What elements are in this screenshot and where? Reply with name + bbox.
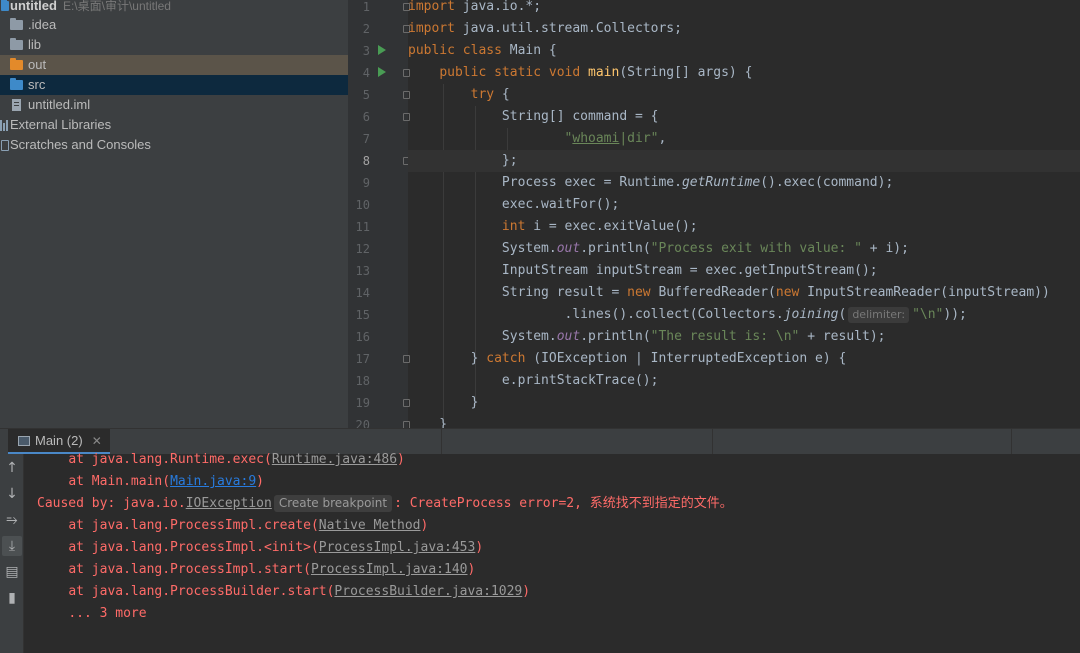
- line-number: 3: [362, 44, 370, 58]
- tree-item-label: out: [28, 57, 47, 72]
- folder-icon: [10, 15, 23, 35]
- code-editor[interactable]: 1 2 3 4 5 6 7 8 9 10 11 12 13 14 15 16 1…: [348, 0, 1080, 428]
- line-number: 5: [362, 88, 370, 102]
- code-line-5: try {: [470, 87, 510, 102]
- code-line-7: "whoami|dir",: [564, 131, 667, 146]
- run-toolbar: ↑ ↓ ⥱ ⤓ ▤ ▮: [0, 454, 24, 653]
- code-line-10: exec.waitFor();: [408, 197, 620, 212]
- line-number: 6: [362, 110, 370, 124]
- code-line-3: public class Main {: [408, 43, 557, 58]
- project-tool-window: untitled E:\桌面\审计\untitled .idea lib out …: [0, 0, 348, 428]
- console-link[interactable]: IOException: [186, 496, 272, 511]
- code-line-18: e.printStackTrace();: [408, 373, 659, 388]
- run-class-icon[interactable]: [378, 45, 386, 55]
- console-line: at Main.main(Main.java:9): [68, 474, 264, 489]
- console-link[interactable]: ProcessImpl.java:453: [319, 540, 476, 555]
- console-line: at java.lang.ProcessImpl.<init>(ProcessI…: [68, 540, 484, 555]
- tree-item-label: External Libraries: [10, 117, 112, 132]
- editor-gutter: 1 2 3 4 5 6 7 8 9 10 11 12 13 14 15 16 1…: [348, 0, 410, 428]
- code-line-14: String result = new BufferedReader(new I…: [408, 285, 1050, 300]
- folder-icon: [10, 35, 23, 55]
- line-number: 7: [362, 132, 370, 146]
- tree-item-out[interactable]: out: [0, 55, 348, 75]
- line-number-current: 8: [362, 154, 370, 168]
- soft-wrap-icon[interactable]: ⥱: [2, 510, 22, 530]
- code-line-2: import java.util.stream.Collectors;: [408, 21, 682, 36]
- code-line-11: int i = exec.exitValue();: [501, 219, 698, 234]
- console-output[interactable]: at java.lang.Runtime.exec(Runtime.java:4…: [24, 452, 1080, 653]
- excluded-folder-icon: [10, 55, 23, 75]
- code-area[interactable]: import java.io.*; import java.util.strea…: [408, 0, 1080, 428]
- parameter-hint: delimiter:: [848, 307, 910, 323]
- scratches-icon: [1, 135, 9, 155]
- line-number: 2: [362, 22, 370, 36]
- console-line: ... 3 more: [68, 606, 147, 621]
- console-line: at java.lang.ProcessBuilder.start(Proces…: [68, 584, 531, 599]
- source-folder-icon: [10, 75, 23, 95]
- create-breakpoint-popup[interactable]: Create breakpoint: [273, 495, 393, 512]
- code-line-17: } catch (IOException | InterruptedExcept…: [408, 351, 847, 366]
- console-line: at java.lang.ProcessImpl.start(ProcessIm…: [68, 562, 476, 577]
- tree-item-scratches[interactable]: Scratches and Consoles: [0, 135, 348, 155]
- code-line-19: }: [408, 395, 479, 410]
- line-number: 11: [355, 220, 370, 234]
- iml-file-icon: [12, 95, 21, 115]
- code-line-12: System.out.println("Process exit with va…: [408, 241, 909, 256]
- arrow-down-icon[interactable]: ↓: [2, 484, 22, 504]
- code-line-8: };: [408, 150, 1080, 172]
- tree-item-label: .idea: [28, 17, 57, 32]
- tree-item-external-libraries[interactable]: External Libraries: [0, 115, 348, 135]
- line-number: 19: [355, 396, 370, 410]
- libraries-icon: [0, 115, 9, 135]
- console-line: Caused by: java.io.IOException Create bre…: [37, 495, 733, 512]
- code-line-16: System.out.println("The result is: \n" +…: [408, 329, 886, 344]
- module-folder-icon: [1, 0, 9, 16]
- tree-item-label: lib: [28, 37, 42, 52]
- line-number: 15: [355, 308, 370, 322]
- line-number: 13: [355, 264, 370, 278]
- console-icon: [18, 435, 30, 446]
- code-line-4: public static void main(String[] args) {: [439, 65, 753, 80]
- tree-item-label: untitled.iml: [28, 97, 91, 112]
- arrow-up-icon[interactable]: ↑: [2, 458, 22, 478]
- line-number: 1: [362, 0, 370, 14]
- print-icon[interactable]: ▤: [2, 562, 22, 582]
- console-link[interactable]: Runtime.java:486: [272, 452, 397, 467]
- tree-item-label: Scratches and Consoles: [10, 137, 151, 152]
- code-line-13: InputStream inputStream = exec.getInputS…: [408, 263, 878, 278]
- line-number: 18: [355, 374, 370, 388]
- line-number: 14: [355, 286, 370, 300]
- tree-item-lib[interactable]: lib: [0, 35, 348, 55]
- console-link[interactable]: ProcessImpl.java:140: [311, 562, 468, 577]
- line-number: 20: [355, 418, 370, 428]
- line-number: 4: [362, 66, 370, 80]
- trash-icon[interactable]: ▮: [2, 588, 22, 608]
- line-number: 9: [362, 176, 370, 190]
- line-number: 16: [355, 330, 370, 344]
- code-line-6: String[] command = {: [408, 109, 659, 124]
- tree-item-untitled-iml[interactable]: untitled.iml: [0, 95, 348, 115]
- console-link[interactable]: Native Method: [319, 518, 421, 533]
- scroll-to-end-icon[interactable]: ⤓: [2, 536, 22, 556]
- project-name: untitled: [10, 0, 57, 13]
- console-link[interactable]: ProcessBuilder.java:1029: [334, 584, 522, 599]
- tree-root-untitled[interactable]: untitled E:\桌面\审计\untitled: [0, 0, 348, 16]
- code-line-15: .lines().collect(Collectors.joining(deli…: [408, 307, 967, 323]
- console-link[interactable]: Main.java:9: [170, 474, 256, 489]
- console-line: at java.lang.Runtime.exec(Runtime.java:4…: [68, 452, 405, 467]
- tree-item-src[interactable]: src: [0, 75, 348, 95]
- line-number: 10: [355, 198, 370, 212]
- run-main-icon[interactable]: [378, 67, 386, 77]
- code-line-1: import java.io.*;: [408, 0, 542, 14]
- close-icon[interactable]: ✕: [92, 434, 102, 448]
- line-number: 17: [355, 352, 370, 366]
- project-path: E:\桌面\审计\untitled: [62, 0, 171, 13]
- tree-item-label: src: [28, 77, 46, 92]
- tree-item-idea[interactable]: .idea: [0, 15, 348, 35]
- code-line-20: }: [408, 417, 448, 428]
- console-line: at java.lang.ProcessImpl.create(Native M…: [68, 518, 429, 533]
- run-tab-label: Main (2): [35, 433, 83, 448]
- line-number: 12: [355, 242, 370, 256]
- code-line-9: Process exec = Runtime.getRuntime().exec…: [408, 175, 894, 190]
